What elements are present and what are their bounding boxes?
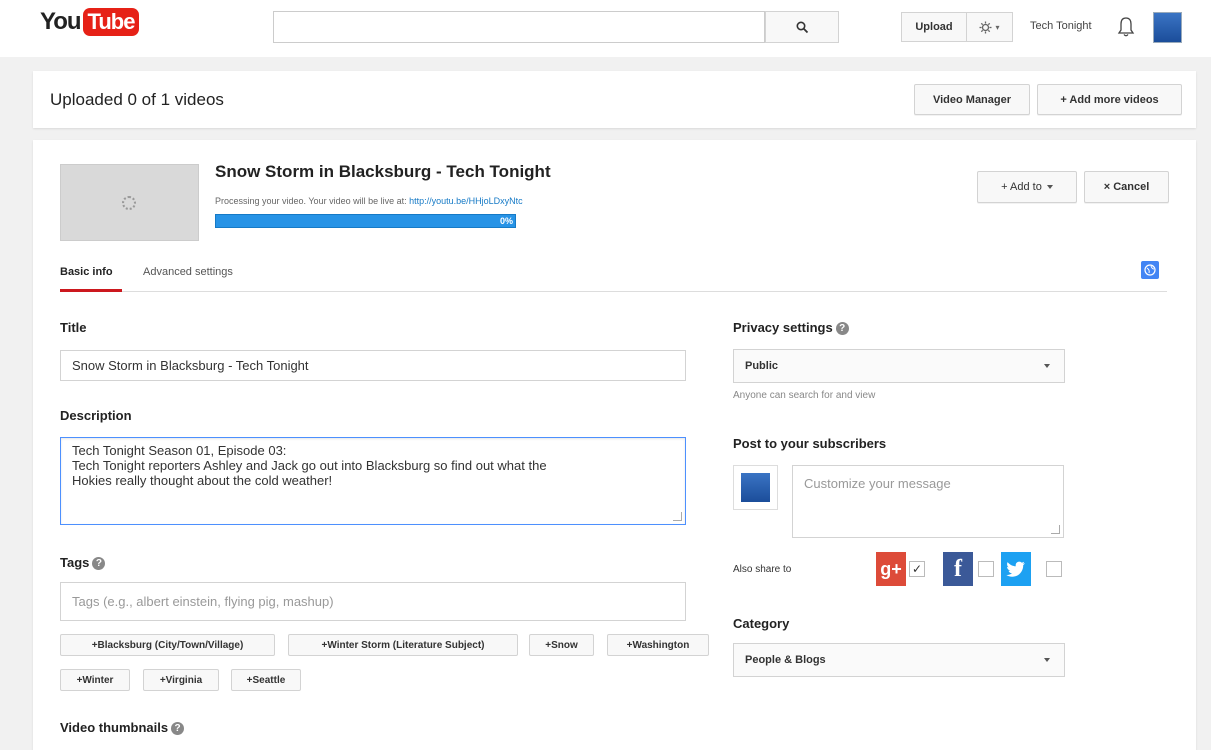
suggested-tag[interactable]: +Blacksburg (City/Town/Village) <box>60 634 275 656</box>
search-input[interactable] <box>273 11 765 43</box>
video-link[interactable]: http://youtu.be/HHjoLDxyNtc <box>409 196 523 206</box>
video-thumbnails-label: Video thumbnails? <box>60 720 185 736</box>
notification-bell-icon[interactable] <box>1117 16 1135 38</box>
upload-progress-bar: 0% <box>215 214 516 228</box>
post-to-subscribers-label: Post to your subscribers <box>733 436 887 451</box>
tags-label-text: Tags <box>60 555 90 570</box>
video-details-card: Snow Storm in Blacksburg - Tech Tonight … <box>33 140 1196 750</box>
help-icon[interactable]: ? <box>835 322 849 336</box>
processing-text: Processing your video. Your video will b… <box>215 196 410 206</box>
gear-icon <box>979 21 992 33</box>
suggested-tag[interactable]: +Snow <box>529 634 594 656</box>
channel-avatar <box>733 465 778 510</box>
facebook-checkbox[interactable] <box>978 561 994 577</box>
tags-placeholder: Tags (e.g., albert einstein, flying pig,… <box>72 594 334 609</box>
tags-label: Tags? <box>60 555 106 571</box>
progress-fill <box>216 215 515 227</box>
settings-button[interactable]: ▾ <box>967 12 1013 42</box>
masthead: You Tube Upload ▾ Tech Tonight <box>0 0 1211 57</box>
title-label: Title <box>60 320 87 335</box>
description-textarea[interactable]: Tech Tonight Season 01, Episode 03: Tech… <box>60 437 686 525</box>
youtube-logo[interactable]: You Tube <box>40 8 140 36</box>
channel-name[interactable]: Tech Tonight <box>1030 20 1092 32</box>
chevron-down-icon <box>1044 364 1050 368</box>
add-to-label: + Add to <box>1001 181 1042 193</box>
language-globe-icon[interactable] <box>1141 261 1159 279</box>
upload-status-bar: Uploaded 0 of 1 videos Video Manager + A… <box>33 71 1196 128</box>
suggested-tag[interactable]: +Seattle <box>231 669 301 691</box>
add-to-button[interactable]: + Add to <box>977 171 1077 203</box>
suggested-tag[interactable]: +Winter <box>60 669 130 691</box>
chevron-down-icon <box>1044 658 1050 662</box>
chevron-down-icon: ▾ <box>995 22 1000 32</box>
title-input[interactable]: Snow Storm in Blacksburg - Tech Tonight <box>60 350 686 381</box>
loading-spinner-icon <box>122 196 136 210</box>
twitter-bird-icon <box>1006 561 1025 577</box>
google-plus-checkbox[interactable]: ✓ <box>909 561 925 577</box>
help-icon[interactable]: ? <box>171 722 185 736</box>
video-title: Snow Storm in Blacksburg - Tech Tonight <box>215 162 551 181</box>
resize-handle-icon[interactable] <box>1051 525 1060 534</box>
search-button[interactable] <box>765 11 839 43</box>
privacy-settings-label: Privacy settings? <box>733 320 849 336</box>
processing-message: Processing your video. Your video will b… <box>215 196 523 206</box>
active-tab-indicator <box>60 289 122 292</box>
suggested-tag[interactable]: +Winter Storm (Literature Subject) <box>288 634 518 656</box>
category-select[interactable]: People & Blogs <box>733 643 1065 677</box>
subscriber-message-placeholder: Customize your message <box>804 476 951 491</box>
tab-bar: Basic info Advanced settings <box>60 260 1167 292</box>
search-icon <box>795 20 808 33</box>
help-icon[interactable]: ? <box>92 557 106 571</box>
tab-basic-info[interactable]: Basic info <box>60 266 113 278</box>
privacy-settings-text: Privacy settings <box>733 320 833 335</box>
also-share-label: Also share to <box>733 564 792 575</box>
upload-button[interactable]: Upload <box>901 12 967 42</box>
cancel-button[interactable]: × Cancel <box>1084 171 1169 203</box>
description-label: Description <box>60 408 132 423</box>
progress-label: 0% <box>499 216 513 226</box>
chevron-down-icon <box>1046 185 1053 189</box>
privacy-hint: Anyone can search for and view <box>733 390 876 401</box>
category-select-value: People & Blogs <box>745 654 826 666</box>
tab-advanced-settings[interactable]: Advanced settings <box>143 266 233 278</box>
twitter-icon[interactable] <box>1001 552 1031 586</box>
description-line: Tech Tonight reporters Ashley and Jack g… <box>72 458 547 473</box>
video-thumbnails-text: Video thumbnails <box>60 720 169 735</box>
tags-input[interactable]: Tags (e.g., albert einstein, flying pig,… <box>60 582 686 621</box>
description-line: Hokies really thought about the cold wea… <box>72 473 333 488</box>
facebook-icon[interactable]: f <box>943 552 973 586</box>
google-plus-icon[interactable]: g+ <box>876 552 906 586</box>
video-thumbnail <box>60 164 199 241</box>
resize-handle-icon[interactable] <box>673 512 682 521</box>
twitter-checkbox[interactable] <box>1046 561 1062 577</box>
globe-icon <box>1144 264 1156 276</box>
avatar[interactable] <box>1153 12 1182 43</box>
upload-status-text: Uploaded 0 of 1 videos <box>50 90 224 109</box>
add-more-videos-button[interactable]: + Add more videos <box>1037 84 1182 115</box>
privacy-select[interactable]: Public <box>733 349 1065 383</box>
video-manager-button[interactable]: Video Manager <box>914 84 1030 115</box>
privacy-select-value: Public <box>745 360 779 372</box>
subscriber-message-textarea[interactable]: Customize your message <box>792 465 1064 538</box>
category-label: Category <box>733 616 790 631</box>
description-line: Tech Tonight Season 01, Episode 03: <box>72 443 287 458</box>
logo-you-text: You <box>40 8 82 35</box>
logo-tube-text: Tube <box>82 8 140 36</box>
suggested-tag[interactable]: +Washington <box>607 634 709 656</box>
suggested-tag[interactable]: +Virginia <box>143 669 219 691</box>
